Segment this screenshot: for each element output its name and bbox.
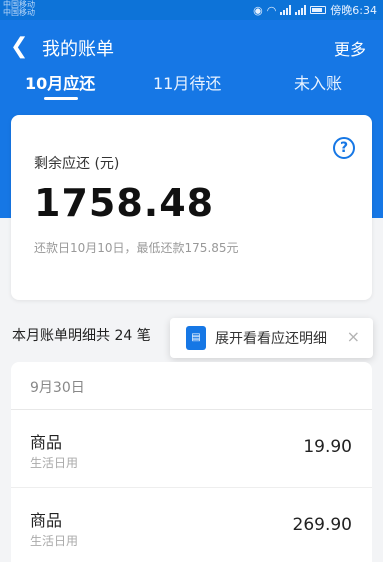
tab-october-due[interactable]: 10月应还 — [25, 70, 95, 94]
remaining-amount: 1758.48 — [34, 181, 215, 225]
active-tab-indicator — [44, 97, 78, 100]
close-icon[interactable]: × — [347, 327, 360, 346]
banner-text: 展开看看应还明细 — [215, 331, 327, 347]
item-amount: 269.90 — [292, 515, 352, 535]
date-header: 9月30日 — [11, 362, 372, 410]
item-category: 生活日用 — [30, 456, 79, 470]
carrier-info: 中国移动 中国移动 — [3, 1, 35, 17]
eye-icon: ◉ — [253, 3, 263, 17]
list-item[interactable]: 商品 生活日用 19.90 — [11, 410, 372, 488]
battery-icon — [310, 6, 327, 14]
item-name: 商品 — [30, 511, 63, 530]
expand-details-banner[interactable]: ▤ 展开看看应还明细 × — [170, 318, 373, 358]
remaining-label: 剩余应还 (元) — [34, 156, 120, 172]
tab-unposted[interactable]: 未入账 — [294, 70, 342, 94]
summary-card: ? 剩余应还 (元) 1758.48 还款日10月10日，最低还款175.85元 — [11, 115, 372, 300]
back-button[interactable]: ❮ — [10, 35, 30, 59]
signal-icon-2 — [295, 5, 307, 15]
item-name: 商品 — [30, 433, 63, 452]
back-arrow-icon: ❮ — [10, 34, 29, 59]
carrier-name-2: 中国移动 — [3, 8, 35, 17]
signal-icon — [280, 5, 292, 15]
receipt-icon: ▤ — [186, 326, 206, 350]
transaction-list: 9月30日 商品 生活日用 19.90 商品 生活日用 269.90 — [11, 362, 372, 562]
detail-count: 本月账单明细共 24 笔 — [12, 328, 151, 344]
help-circle-icon[interactable]: ? — [333, 137, 355, 159]
tab-november-pending[interactable]: 11月待还 — [153, 70, 221, 94]
item-category: 生活日用 — [30, 534, 79, 548]
due-info: 还款日10月10日，最低还款175.85元 — [34, 241, 239, 255]
item-amount: 19.90 — [303, 437, 352, 457]
list-item[interactable]: 商品 生活日用 269.90 — [11, 488, 372, 562]
status-time: 傍晚6:34 — [330, 4, 377, 17]
status-icons: ◉ ◠ 傍晚6:34 — [253, 2, 377, 18]
status-bar: 中国移动 中国移动 ◉ ◠ 傍晚6:34 — [0, 0, 383, 20]
more-button[interactable]: 更多 — [334, 36, 366, 60]
page-title: 我的账单 — [42, 39, 114, 60]
wifi-icon: ◠ — [266, 3, 277, 17]
